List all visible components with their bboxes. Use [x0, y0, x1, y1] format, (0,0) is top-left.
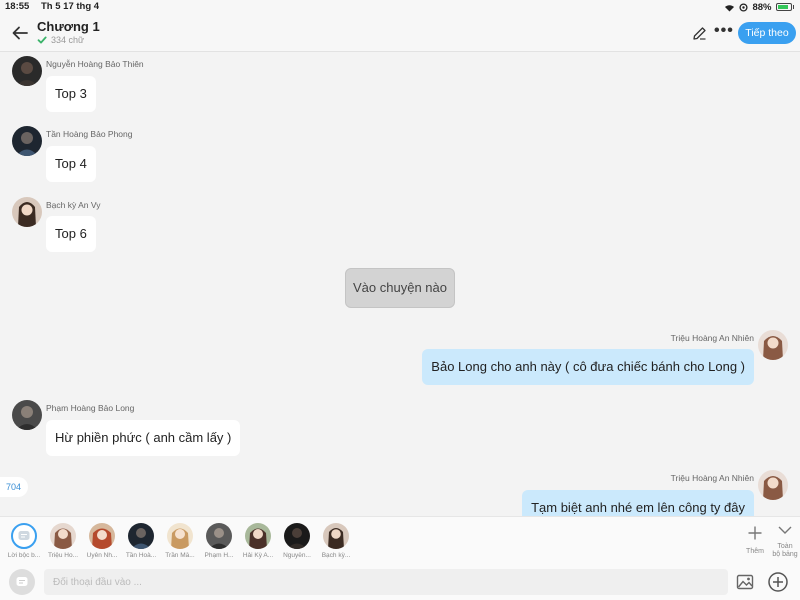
plus-circle-icon[interactable]	[767, 571, 789, 593]
avatar[interactable]	[12, 197, 42, 227]
sender-name: Phạm Hoàng Bảo Long	[46, 403, 135, 413]
message-bubble[interactable]: Tạm biệt anh nhé em lên công ty đây	[522, 490, 754, 516]
character-name: Lời bộc b...	[7, 552, 41, 559]
battery-icon	[775, 3, 792, 11]
sender-name: Triệu Hoàng An Nhiên	[670, 473, 754, 483]
sender-name: Bạch kỳ An Vy	[46, 200, 101, 210]
avatar[interactable]	[758, 470, 788, 500]
dialogue-input[interactable]	[44, 569, 728, 595]
orientation-lock-icon	[739, 2, 749, 12]
character-option[interactable]: Uyên Nh...	[82, 523, 122, 559]
chat-mode-button[interactable]	[9, 569, 35, 595]
character-name: Hải Kỳ A...	[242, 552, 274, 559]
check-icon	[37, 36, 47, 44]
character-name: Triệu Ho...	[47, 552, 79, 559]
wifi-icon	[725, 4, 735, 11]
chapter-title: Chương 1	[37, 19, 100, 34]
character-narrator[interactable]: Lời bộc b...	[4, 523, 44, 559]
chat-mode-icon	[18, 531, 30, 540]
character-option[interactable]: Tần Hoà...	[121, 523, 161, 559]
message-bubble[interactable]: Top 3	[46, 76, 96, 112]
character-option[interactable]: Nguyễn...	[277, 523, 317, 559]
chat-area[interactable]: Nguyễn Hoàng Bảo Thiên Top 3 Tần Hoàng B…	[0, 52, 800, 516]
add-label: Thêm	[746, 548, 764, 555]
plus-icon	[748, 526, 762, 540]
character-option[interactable]: Triệu Ho...	[43, 523, 83, 559]
image-icon[interactable]	[736, 573, 754, 591]
status-date: Th 5 17 thg 4	[41, 1, 100, 12]
input-bar	[0, 564, 800, 600]
character-name: Bạch kỳ...	[321, 552, 351, 559]
character-bar: Lời bộc b... Triệu Ho... Uyên Nh... Tần …	[0, 516, 800, 564]
word-count: 334 chữ	[51, 35, 85, 45]
sender-name: Nguyễn Hoàng Bảo Thiên	[46, 59, 144, 69]
sender-name: Tần Hoàng Bảo Phong	[46, 129, 133, 139]
expand-all-button[interactable]: Toàn bộ bảng	[770, 523, 800, 559]
character-option[interactable]: Trần Mẫ...	[160, 523, 200, 559]
back-arrow-icon[interactable]	[10, 23, 30, 43]
next-chapter-button[interactable]: Tiếp theo	[738, 22, 796, 44]
character-name: Trần Mẫ...	[165, 552, 195, 559]
chevron-down-icon	[778, 526, 792, 534]
pencil-icon[interactable]	[692, 26, 707, 41]
status-time: 18:55	[5, 1, 30, 12]
character-name: Nguyễn...	[283, 552, 311, 559]
character-name: Phạm H...	[204, 552, 234, 559]
chat-mode-icon	[16, 577, 28, 586]
avatar[interactable]	[12, 126, 42, 156]
character-name: Uyên Nh...	[86, 552, 118, 559]
message-bubble[interactable]: Top 6	[46, 216, 96, 252]
more-icon[interactable]: •••	[714, 23, 733, 41]
status-bar: 18:55 Th 5 17 thg 4 88%	[0, 0, 800, 14]
narration-bubble[interactable]: Vào chuyện nào	[345, 268, 455, 308]
character-option[interactable]: Phạm H...	[199, 523, 239, 559]
character-option[interactable]: Hải Kỳ A...	[238, 523, 278, 559]
message-bubble[interactable]: Top 4	[46, 146, 96, 182]
avatar[interactable]	[12, 400, 42, 430]
character-option[interactable]: Bạch kỳ...	[316, 523, 356, 559]
message-bubble[interactable]: Hừ phiền phức ( anh cầm lấy )	[46, 420, 241, 456]
message-bubble[interactable]: Bảo Long cho anh này ( cô đưa chiếc bánh…	[422, 349, 754, 385]
add-character-button[interactable]: Thêm	[742, 525, 768, 556]
sender-name: Triệu Hoàng An Nhiên	[670, 333, 754, 343]
battery-percent: 88%	[752, 1, 772, 13]
expand-label: Toàn bộ bảng	[772, 543, 798, 558]
character-name: Tần Hoà...	[125, 552, 157, 559]
word-count-row: 334 chữ	[37, 35, 84, 45]
header: Chương 1 334 chữ ••• Tiếp theo	[0, 14, 800, 52]
word-counter-tag[interactable]: 704	[0, 477, 28, 497]
avatar[interactable]	[758, 330, 788, 360]
avatar[interactable]	[12, 56, 42, 86]
